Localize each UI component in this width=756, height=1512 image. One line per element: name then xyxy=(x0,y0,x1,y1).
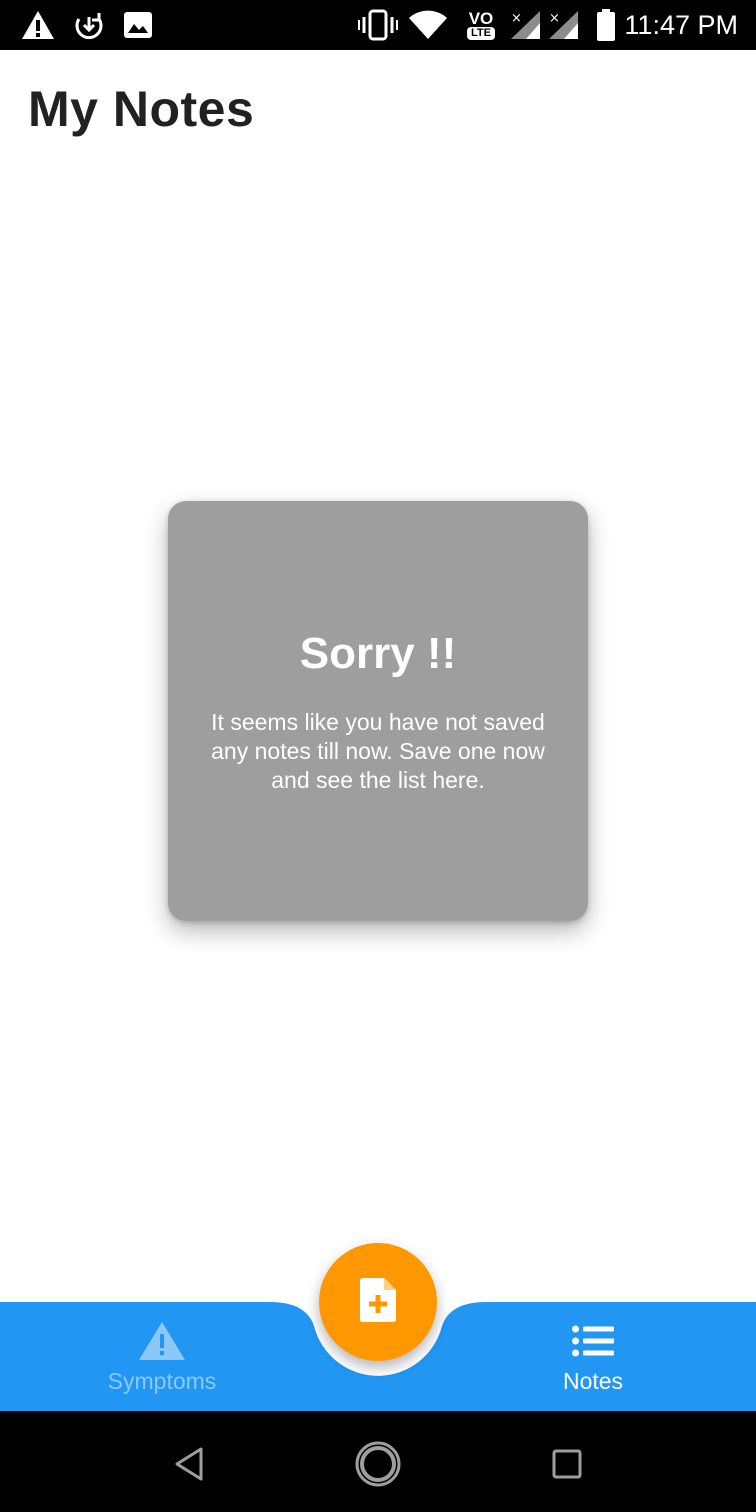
volte-label: VO xyxy=(468,8,494,28)
list-icon xyxy=(493,1320,693,1362)
empty-state-title: Sorry !! xyxy=(299,629,457,678)
battery-icon xyxy=(594,8,618,42)
nav-label-symptoms: Symptoms xyxy=(107,1368,217,1394)
empty-state-message: It seems like you have not saved any not… xyxy=(211,709,545,793)
image-icon xyxy=(122,8,154,42)
empty-state-card: Sorry !! It seems like you have not save… xyxy=(168,501,588,921)
recents-icon[interactable] xyxy=(542,1439,592,1489)
back-icon[interactable] xyxy=(164,1439,214,1489)
warning-triangle-icon xyxy=(62,1320,262,1362)
volte-icon: VO LTE xyxy=(460,8,502,42)
nav-label-notes: Notes xyxy=(562,1368,624,1394)
note-add-icon xyxy=(360,1277,396,1327)
vibrate-icon xyxy=(358,8,398,42)
nav-item-notes[interactable]: Notes xyxy=(493,1302,693,1411)
svg-text:×: × xyxy=(549,11,560,26)
svg-text:×: × xyxy=(511,11,522,26)
status-bar: VO LTE × × 11:47 PM xyxy=(0,0,756,50)
nav-item-symptoms[interactable]: Symptoms xyxy=(62,1302,262,1411)
signal-icon: × xyxy=(508,8,542,42)
warning-icon xyxy=(20,8,56,42)
lte-badge: LTE xyxy=(467,26,495,40)
wifi-icon xyxy=(408,8,448,42)
system-navigation-bar xyxy=(0,1411,756,1512)
add-note-button[interactable] xyxy=(319,1243,437,1361)
home-icon[interactable] xyxy=(353,1439,403,1489)
download-sync-icon xyxy=(72,8,106,42)
signal-icon-2: × xyxy=(546,8,580,42)
status-time: 11:47 PM xyxy=(624,10,738,40)
page-title: My Notes xyxy=(28,81,255,137)
